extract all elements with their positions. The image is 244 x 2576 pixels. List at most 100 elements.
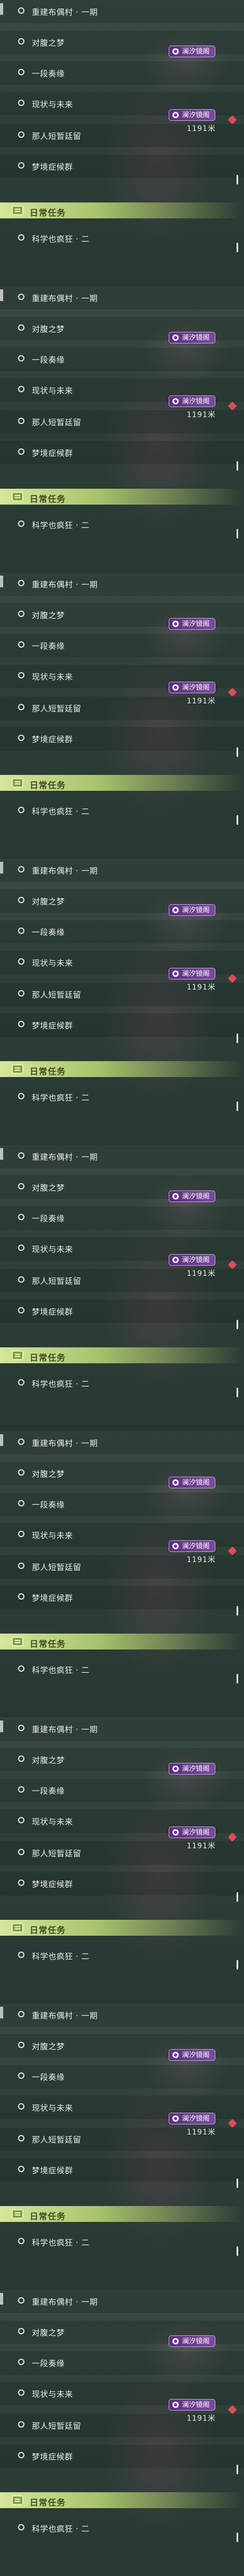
- scrollbar-thumb[interactable]: [237, 1101, 238, 1111]
- location-pin-icon: [172, 112, 179, 118]
- daily-quest-row[interactable]: 科学也疯狂 · 二: [0, 1372, 244, 1395]
- quest-title: 对腹之梦: [32, 2328, 65, 2337]
- daily-quest-row[interactable]: 科学也疯狂 · 二: [0, 227, 244, 250]
- quest-row[interactable]: 梦境症候群: [0, 2445, 244, 2468]
- calendar-icon: [12, 1351, 23, 1360]
- quest-row[interactable]: 重建布偶村 · 一期: [0, 1145, 244, 1168]
- scrollbar-thumb[interactable]: [237, 815, 238, 825]
- quest-row[interactable]: 重建布偶村 · 一期: [0, 286, 244, 310]
- location-tag[interactable]: 澜汐镜阁: [169, 618, 216, 630]
- daily-quest-row[interactable]: 科学也疯狂 · 二: [0, 1086, 244, 1109]
- quest-row[interactable]: 重建布偶村 · 一期: [0, 1431, 244, 1454]
- quest-title: 那人短暂廷留: [32, 1276, 82, 1286]
- scrollbar-thumb[interactable]: [237, 1320, 238, 1329]
- location-tag[interactable]: 澜汐镜阁: [169, 2335, 216, 2347]
- quest-row[interactable]: 一段奏缘: [0, 61, 244, 85]
- daily-quest-row[interactable]: 科学也疯狂 · 二: [0, 2230, 244, 2254]
- quest-row[interactable]: 梦境症候群: [0, 441, 244, 464]
- quest-row[interactable]: 一段奏缘: [0, 1779, 244, 1802]
- scrollbar-thumb[interactable]: [237, 1960, 238, 1970]
- quest-row[interactable]: 重建布偶村 · 一期: [0, 2004, 244, 2027]
- daily-quest-section-header[interactable]: 日常任务: [0, 2492, 244, 2508]
- scrollbar-thumb[interactable]: [237, 747, 238, 757]
- quest-row[interactable]: 一段奏缘: [0, 1493, 244, 1516]
- quest-title: 对腹之梦: [32, 324, 65, 334]
- daily-quest-row[interactable]: 科学也疯狂 · 二: [0, 2517, 244, 2540]
- location-tag[interactable]: 澜汐镜阁: [169, 682, 216, 693]
- quest-row[interactable]: 梦境症候群: [0, 1872, 244, 1895]
- quest-title: 那人短暂廷留: [32, 990, 82, 1000]
- location-tag[interactable]: 澜汐镜阁: [169, 1254, 216, 1266]
- quest-row[interactable]: 梦境症候群: [0, 1300, 244, 1323]
- quest-status-circle-icon: [18, 2524, 24, 2530]
- location-tag[interactable]: 澜汐镜阁: [169, 1827, 216, 1838]
- daily-quest-section-header[interactable]: 日常任务: [0, 775, 244, 791]
- waypoint-distance: 1191米: [187, 1269, 216, 1278]
- quest-status-circle-icon: [18, 355, 24, 361]
- quest-row[interactable]: 梦境症候群: [0, 2158, 244, 2182]
- quest-row[interactable]: 重建布偶村 · 一期: [0, 859, 244, 882]
- quest-status-circle-icon: [18, 1379, 24, 1386]
- quest-row[interactable]: 一段奏缘: [0, 2351, 244, 2375]
- daily-quest-section-header[interactable]: 日常任务: [0, 489, 244, 505]
- quest-row[interactable]: 梦境症候群: [0, 1013, 244, 1037]
- scrollbar-thumb[interactable]: [237, 461, 238, 471]
- quest-row[interactable]: 一段奏缘: [0, 2065, 244, 2088]
- quest-waypoint-diamond-icon: [228, 1832, 237, 1842]
- location-tag[interactable]: 澜汐镜阁: [169, 1540, 216, 1552]
- quest-row[interactable]: 一段奏缘: [0, 920, 244, 943]
- scrollbar-thumb[interactable]: [237, 2465, 238, 2474]
- scrollbar-thumb[interactable]: [237, 243, 238, 252]
- scrollbar-thumb[interactable]: [237, 2533, 238, 2542]
- location-tag[interactable]: 澜汐镜阁: [169, 332, 216, 343]
- daily-quest-section-header[interactable]: 日常任务: [0, 1634, 244, 1649]
- scrollbar-thumb[interactable]: [237, 1892, 238, 1902]
- quest-status-circle-icon: [18, 580, 24, 586]
- scrollbar-thumb[interactable]: [237, 1674, 238, 1683]
- location-tag[interactable]: 澜汐镜阁: [169, 395, 216, 407]
- quest-row[interactable]: 重建布偶村 · 一期: [0, 2290, 244, 2313]
- scrollbar-thumb[interactable]: [237, 175, 238, 184]
- scrollbar-thumb[interactable]: [237, 1034, 238, 1043]
- daily-quest-section-header[interactable]: 日常任务: [0, 2206, 244, 2222]
- location-tag[interactable]: 澜汐镜阁: [169, 109, 216, 121]
- location-tag[interactable]: 澜汐镜阁: [169, 904, 216, 916]
- location-tag[interactable]: 澜汐镜阁: [169, 1190, 216, 1202]
- quest-row[interactable]: 重建布偶村 · 一期: [0, 0, 244, 23]
- daily-quest-row[interactable]: 科学也疯狂 · 二: [0, 1944, 244, 1968]
- calendar-icon: [12, 2495, 23, 2505]
- scrollbar-thumb[interactable]: [237, 1606, 238, 1616]
- daily-quest-title: 科学也疯狂 · 二: [32, 1093, 90, 1102]
- scrollbar-thumb[interactable]: [237, 2246, 238, 2256]
- location-tag[interactable]: 澜汐镜阁: [169, 46, 216, 57]
- quest-title: 一段奏缘: [32, 2359, 65, 2368]
- location-tag[interactable]: 澜汐镜阁: [169, 968, 216, 980]
- scrollbar-thumb[interactable]: [237, 1388, 238, 1397]
- daily-quest-section-header[interactable]: 日常任务: [0, 1061, 244, 1077]
- daily-quest-section-header[interactable]: 日常任务: [0, 202, 244, 218]
- location-tag[interactable]: 澜汐镜阁: [169, 2049, 216, 2061]
- quest-row[interactable]: 一段奏缘: [0, 1206, 244, 1230]
- daily-quest-row[interactable]: 科学也疯狂 · 二: [0, 1658, 244, 1681]
- quest-row[interactable]: 一段奏缘: [0, 634, 244, 657]
- waypoint-distance: 1191米: [187, 697, 216, 705]
- quest-panel: 重建布偶村 · 一期 对腹之梦 一段奏缘 现状与未来 那人短暂廷留 梦境症候群 澜汐镜阁 澜汐…: [0, 2004, 244, 2290]
- daily-quest-section-header[interactable]: 日常任务: [0, 1920, 244, 1936]
- daily-quest-row[interactable]: 科学也疯狂 · 二: [0, 513, 244, 536]
- quest-row[interactable]: 梦境症候群: [0, 727, 244, 751]
- daily-quest-section-header[interactable]: 日常任务: [0, 1347, 244, 1363]
- quest-row[interactable]: 重建布偶村 · 一期: [0, 1717, 244, 1741]
- location-tag[interactable]: 澜汐镜阁: [169, 1763, 216, 1775]
- daily-quest-row[interactable]: 科学也疯狂 · 二: [0, 799, 244, 823]
- waypoint-distance: 1191米: [187, 2414, 216, 2423]
- location-tag-label: 澜汐镜阁: [182, 620, 210, 628]
- location-tag[interactable]: 澜汐镜阁: [169, 1477, 216, 1488]
- quest-row[interactable]: 重建布偶村 · 一期: [0, 572, 244, 596]
- location-tag[interactable]: 澜汐镜阁: [169, 2399, 216, 2411]
- location-tag[interactable]: 澜汐镜阁: [169, 2113, 216, 2124]
- scrollbar-thumb[interactable]: [237, 529, 238, 539]
- quest-row[interactable]: 梦境症候群: [0, 1586, 244, 1609]
- scrollbar-thumb[interactable]: [237, 2178, 238, 2188]
- quest-row[interactable]: 梦境症候群: [0, 155, 244, 178]
- quest-row[interactable]: 一段奏缘: [0, 348, 244, 371]
